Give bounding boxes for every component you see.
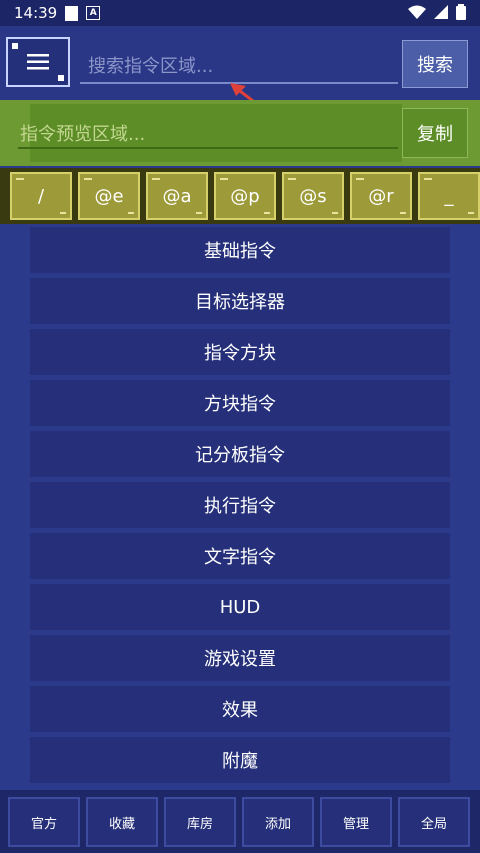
category-item[interactable]: HUD	[30, 584, 450, 630]
category-item[interactable]: 基础指令	[30, 227, 450, 273]
selector-slash-button[interactable]: /	[10, 172, 72, 220]
copy-button[interactable]: 复制	[402, 108, 468, 158]
category-item[interactable]: 执行指令	[30, 482, 450, 528]
battery-icon	[456, 4, 466, 20]
signal-icon	[434, 5, 448, 19]
tab-favorites[interactable]: 收藏	[86, 797, 158, 847]
search-button[interactable]: 搜索	[402, 40, 468, 88]
notification-a-icon: A	[86, 6, 101, 20]
menu-button[interactable]	[6, 37, 70, 87]
status-time: 14:39	[14, 4, 58, 22]
selector-bar: / @e @a @p @s @r _	[0, 168, 480, 224]
preview-underline	[18, 147, 398, 149]
selector-underscore-button[interactable]: _	[418, 172, 480, 220]
preview-placeholder: 指令预览区域...	[20, 124, 146, 145]
bottom-nav: 官方 收藏 库房 添加 管理 全局	[0, 790, 480, 853]
status-bar: 14:39 A	[0, 0, 480, 26]
category-item[interactable]: 附魔	[30, 737, 450, 783]
selector-s-button[interactable]: @s	[282, 172, 344, 220]
category-item[interactable]: 文字指令	[30, 533, 450, 579]
category-item[interactable]: 方块指令	[30, 380, 450, 426]
command-preview-area: 指令预览区域... 复制	[0, 100, 480, 166]
category-item[interactable]: 效果	[30, 686, 450, 732]
category-item[interactable]: 目标选择器	[30, 278, 450, 324]
tab-global[interactable]: 全局	[398, 797, 470, 847]
tab-manage[interactable]: 管理	[320, 797, 392, 847]
tab-add[interactable]: 添加	[242, 797, 314, 847]
selector-r-button[interactable]: @r	[350, 172, 412, 220]
selector-p-button[interactable]: @p	[214, 172, 276, 220]
category-item[interactable]: 记分板指令	[30, 431, 450, 477]
selector-a-button[interactable]: @a	[146, 172, 208, 220]
hamburger-icon	[27, 54, 49, 70]
search-input[interactable]	[80, 50, 398, 84]
notification-icon	[65, 5, 79, 21]
category-item[interactable]: 指令方块	[30, 329, 450, 375]
selector-e-button[interactable]: @e	[78, 172, 140, 220]
category-item[interactable]: 游戏设置	[30, 635, 450, 681]
tab-official[interactable]: 官方	[8, 797, 80, 847]
tab-library[interactable]: 库房	[164, 797, 236, 847]
wifi-icon	[408, 5, 426, 19]
